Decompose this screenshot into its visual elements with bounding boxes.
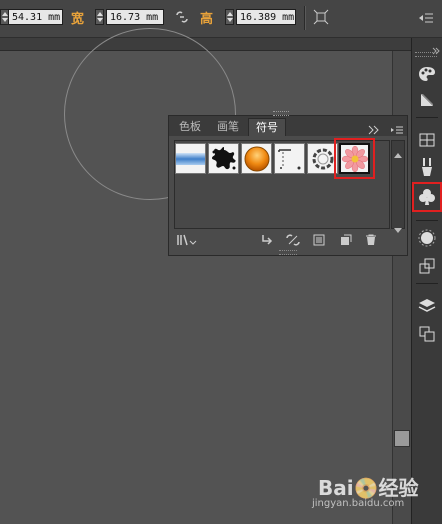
frame-corner-symbol[interactable]	[274, 143, 305, 174]
width-stepper[interactable]	[95, 9, 104, 25]
dock-grip[interactable]	[415, 52, 437, 57]
scroll-down-icon[interactable]	[394, 219, 402, 238]
collapse-dock-icon[interactable]	[432, 40, 440, 55]
panel-menu-icon[interactable]	[390, 120, 404, 139]
appearance-icon[interactable]	[414, 226, 440, 250]
baidu-watermark-logo: Bai📀经验	[318, 476, 419, 500]
symbols-icon[interactable]	[412, 182, 442, 212]
control-bar-menu-icon[interactable]	[418, 10, 434, 29]
brushes-icon[interactable]	[414, 155, 440, 179]
place-symbol-icon[interactable]	[259, 233, 275, 247]
panel-resize-grip[interactable]	[279, 250, 297, 255]
width-label: 宽	[71, 12, 85, 27]
divider	[304, 6, 305, 30]
symbol-libraries-icon[interactable]	[176, 233, 198, 247]
layers-icon[interactable]	[414, 294, 440, 318]
break-link-icon[interactable]	[285, 233, 301, 247]
pink-flower-symbol[interactable]	[339, 143, 370, 174]
scrollbar-thumb[interactable]	[394, 430, 410, 447]
transform-panel-icon[interactable]	[414, 254, 440, 278]
blue-banner-symbol[interactable]	[175, 143, 206, 174]
scroll-up-icon[interactable]	[394, 143, 402, 162]
tab-brushes[interactable]: 画笔	[210, 118, 246, 136]
collapse-panel-icon[interactable]	[368, 120, 380, 139]
height-label: 高	[200, 12, 214, 27]
height-stepper[interactable]	[225, 9, 234, 25]
orange-orb-symbol[interactable]	[241, 143, 272, 174]
tab-swatches[interactable]: 色板	[172, 118, 208, 136]
delete-symbol-icon[interactable]	[363, 233, 379, 247]
width-field[interactable]: 16.73 mm	[106, 9, 164, 25]
constrain-proportions-icon[interactable]	[174, 9, 190, 29]
dock-divider	[416, 283, 438, 284]
symbol-options-icon[interactable]	[311, 233, 327, 247]
baidu-watermark-url: jingyan.baidu.com	[312, 498, 405, 509]
transform-icon[interactable]	[313, 9, 329, 29]
height-field[interactable]: 16.389 mm	[236, 9, 296, 25]
color-palette-icon[interactable]	[414, 62, 440, 86]
gradient-icon[interactable]	[414, 88, 440, 112]
panel-grip[interactable]	[273, 111, 289, 116]
tab-symbols[interactable]: 符号	[248, 118, 286, 136]
control-bar	[0, 0, 442, 38]
artboards-icon[interactable]	[414, 322, 440, 346]
ink-splat-symbol[interactable]	[208, 143, 239, 174]
x-field[interactable]: 54.31 mm	[8, 9, 63, 25]
new-symbol-icon[interactable]	[338, 233, 354, 247]
grid-swatches-icon[interactable]	[414, 128, 440, 152]
dock-divider	[416, 117, 438, 118]
dock-divider	[416, 220, 438, 221]
